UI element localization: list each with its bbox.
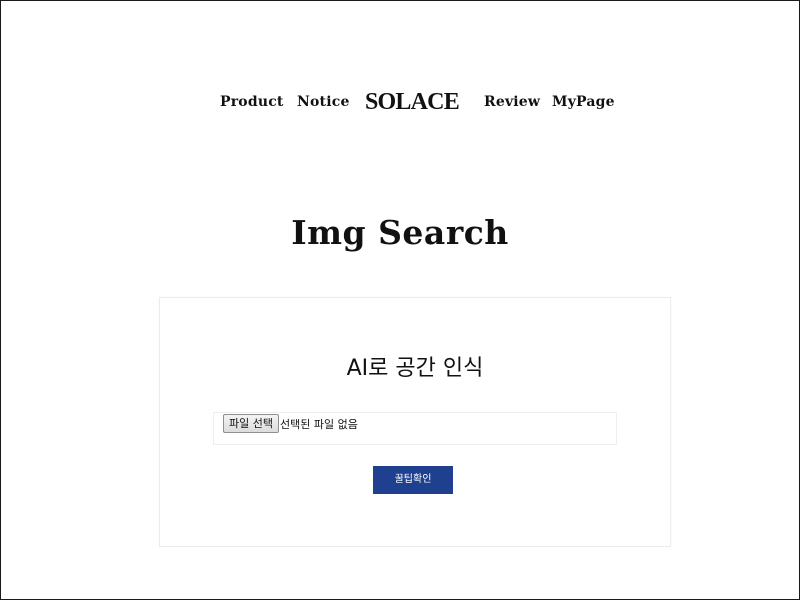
check-tips-button[interactable]: 꿀팁확인: [373, 466, 453, 494]
nav-link-mypage[interactable]: MyPage: [552, 94, 615, 110]
page-frame: Product Notice SOLACE Review MyPage Img …: [0, 0, 800, 600]
nav-link-product[interactable]: Product: [220, 94, 284, 110]
nav-link-review[interactable]: Review: [484, 94, 540, 110]
site-logo[interactable]: SOLACE: [365, 89, 460, 116]
image-search-card: AI로 공간 인식 파일 선택 선택된 파일 없음 꿀팁확인: [159, 297, 671, 547]
file-upload-field: 파일 선택 선택된 파일 없음: [213, 412, 617, 445]
top-navigation: Product Notice SOLACE Review MyPage: [1, 89, 799, 119]
file-status-text: 선택된 파일 없음: [280, 418, 358, 431]
card-heading: AI로 공간 인식: [346, 356, 484, 381]
page-title: Img Search: [291, 213, 509, 252]
choose-file-button[interactable]: 파일 선택: [223, 414, 279, 433]
nav-link-notice[interactable]: Notice: [297, 94, 350, 110]
